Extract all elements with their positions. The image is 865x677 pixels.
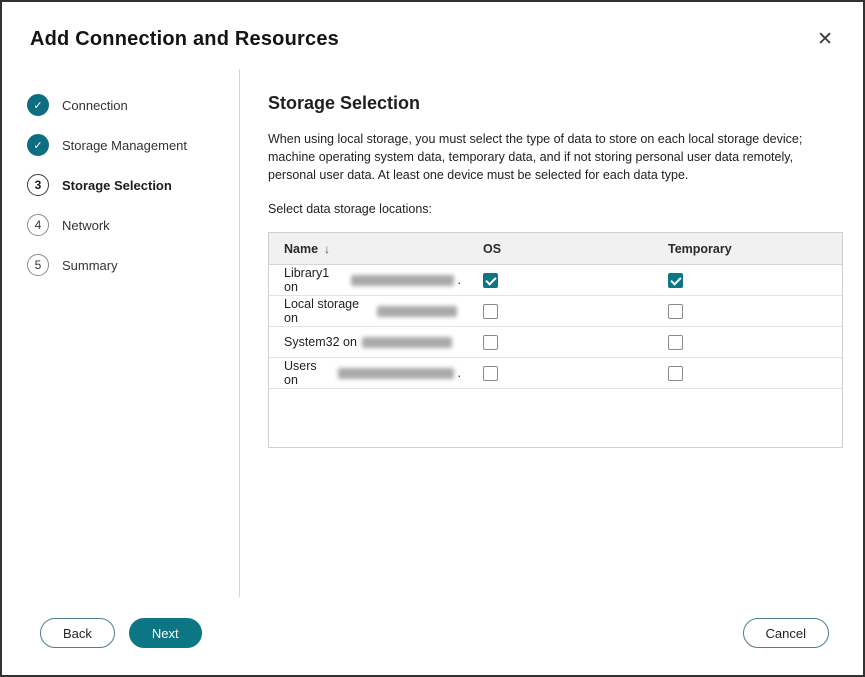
storage-name-text: Library1 on (284, 266, 346, 294)
close-icon[interactable]: ✕ (813, 26, 837, 53)
step-number-icon: 4 (27, 214, 49, 236)
temporary-header-label: Temporary (668, 242, 732, 256)
os-checkbox[interactable] (483, 335, 498, 350)
sort-descending-icon: ↓ (324, 242, 330, 256)
step-label: Summary (62, 258, 118, 273)
step-label: Connection (62, 98, 128, 113)
step-label: Storage Management (62, 138, 187, 153)
storage-name: Library1 on . (269, 266, 461, 294)
page-title: Storage Selection (268, 93, 843, 114)
table-header-row: Name ↓ OS Temporary (269, 233, 842, 265)
wizard-steps-sidebar: ✓ Connection ✓ Storage Management 3 Stor… (2, 69, 240, 597)
storage-name-text: Local storage on (284, 297, 372, 325)
step-number-icon: 5 (27, 254, 49, 276)
back-button[interactable]: Back (40, 618, 115, 648)
os-column-header[interactable]: OS (461, 242, 646, 256)
step-label: Network (62, 218, 110, 233)
dialog-footer: Back Next Cancel (2, 597, 863, 675)
storage-locations-table: Name ↓ OS Temporary Library1 on . (268, 232, 843, 448)
redacted-server-name (377, 306, 457, 317)
next-button[interactable]: Next (129, 618, 202, 648)
redacted-server-name (338, 368, 454, 379)
temporary-checkbox[interactable] (668, 304, 683, 319)
storage-name: Local storage on (269, 297, 461, 325)
step-summary[interactable]: 5 Summary (2, 245, 239, 285)
name-header-label: Name (284, 242, 318, 256)
select-locations-label: Select data storage locations: (268, 202, 843, 216)
table-empty-area (269, 389, 842, 447)
step-storage-management[interactable]: ✓ Storage Management (2, 125, 239, 165)
redacted-server-name (351, 275, 454, 286)
os-header-label: OS (483, 242, 501, 256)
add-connection-resources-dialog: Add Connection and Resources ✕ ✓ Connect… (0, 0, 865, 677)
os-checkbox[interactable] (483, 273, 498, 288)
description-text: When using local storage, you must selec… (268, 130, 843, 184)
temporary-column-header[interactable]: Temporary (646, 242, 842, 256)
temporary-checkbox[interactable] (668, 273, 683, 288)
step-storage-selection[interactable]: 3 Storage Selection (2, 165, 239, 205)
table-row: Library1 on . (269, 265, 842, 296)
temporary-checkbox[interactable] (668, 335, 683, 350)
dialog-body: ✓ Connection ✓ Storage Management 3 Stor… (2, 69, 863, 597)
temporary-checkbox[interactable] (668, 366, 683, 381)
step-complete-icon: ✓ (27, 94, 49, 116)
table-row: Local storage on (269, 296, 842, 327)
table-row: System32 on (269, 327, 842, 358)
dialog-title: Add Connection and Resources (30, 28, 339, 51)
storage-name-text: Users on (284, 359, 333, 387)
os-checkbox[interactable] (483, 366, 498, 381)
step-label: Storage Selection (62, 178, 172, 193)
storage-selection-panel: Storage Selection When using local stora… (240, 69, 863, 597)
os-checkbox[interactable] (483, 304, 498, 319)
dialog-header: Add Connection and Resources ✕ (2, 2, 863, 69)
step-connection[interactable]: ✓ Connection (2, 85, 239, 125)
step-network[interactable]: 4 Network (2, 205, 239, 245)
storage-name: Users on . (269, 359, 461, 387)
step-number-icon: 3 (27, 174, 49, 196)
redacted-server-name (362, 337, 452, 348)
cancel-button[interactable]: Cancel (743, 618, 829, 648)
table-row: Users on . (269, 358, 842, 389)
storage-name-text: System32 on (284, 335, 357, 349)
name-column-header[interactable]: Name ↓ (269, 242, 461, 256)
step-complete-icon: ✓ (27, 134, 49, 156)
storage-name: System32 on (269, 335, 461, 349)
